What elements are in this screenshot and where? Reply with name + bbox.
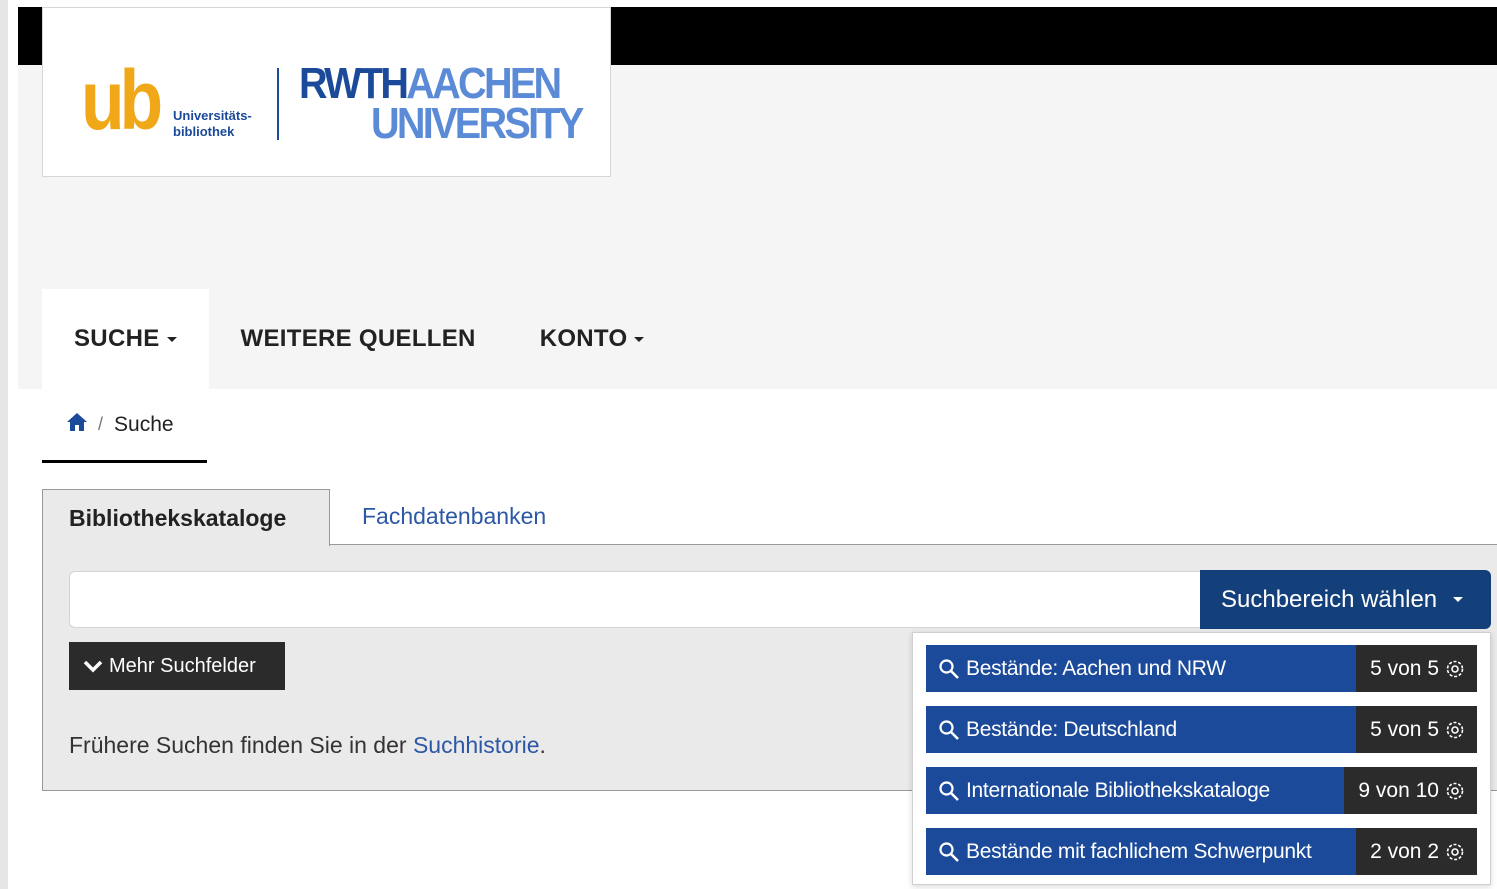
nav-item-konto[interactable]: KONTO xyxy=(508,289,677,389)
caret-down-icon xyxy=(166,336,177,342)
logo-separator xyxy=(277,68,279,140)
scope-menu-item-label: Bestände: Deutschland xyxy=(966,717,1177,741)
gear-icon xyxy=(1446,782,1464,799)
main-nav: SUCHE WEITERE QUELLEN KONTO xyxy=(42,289,676,389)
scope-count-text: 5 von 5 xyxy=(1370,717,1439,741)
search-input[interactable] xyxy=(69,571,1201,628)
more-search-fields-button[interactable]: Mehr Suchfelder xyxy=(69,642,285,690)
search-scope-button[interactable]: Suchbereich wählen xyxy=(1200,570,1491,629)
scope-menu-item-main[interactable]: Internationale Bibliothekskataloge xyxy=(926,767,1345,814)
scope-count-text: 9 von 10 xyxy=(1358,778,1439,802)
breadcrumb-current: Suche xyxy=(114,412,174,436)
search-icon xyxy=(939,780,959,801)
breadcrumb-separator: / xyxy=(98,414,104,434)
search-icon xyxy=(939,658,959,679)
breadcrumb: / Suche xyxy=(42,389,207,463)
search-history-link[interactable]: Suchhistorie xyxy=(413,732,540,758)
nav-item-suche[interactable]: SUCHE xyxy=(42,289,209,389)
gear-icon xyxy=(1446,843,1464,860)
logo-box[interactable]: ub Universitäts- bibliothek RWTHAACHEN U… xyxy=(42,7,611,177)
left-edge xyxy=(0,0,8,889)
ub-logo-line1: Universitäts- xyxy=(173,108,252,123)
search-icon xyxy=(939,841,959,862)
scope-menu-item-label: Internationale Bibliothekskataloge xyxy=(966,778,1270,802)
ub-logo-line2: bibliothek xyxy=(173,124,235,139)
chevron-down-icon xyxy=(83,660,103,673)
scope-menu-item-label: Bestände mit fachlichem Schwerpunkt xyxy=(966,839,1312,863)
scope-menu-item[interactable]: Bestände: Deutschland 5 von 5 xyxy=(926,706,1477,753)
scope-menu-item-count[interactable]: 5 von 5 xyxy=(1356,706,1477,753)
scope-menu-item-count[interactable]: 9 von 10 xyxy=(1344,767,1477,814)
tab-bibliothekskataloge[interactable]: Bibliothekskataloge xyxy=(42,489,330,546)
scope-menu-item-main[interactable]: Bestände: Aachen und NRW xyxy=(926,645,1357,692)
search-history-hint: Frühere Suchen finden Sie in der Suchhis… xyxy=(69,732,546,759)
scope-menu-item[interactable]: Internationale Bibliothekskataloge 9 von… xyxy=(926,767,1477,814)
caret-down-icon xyxy=(1453,597,1464,602)
ub-logo-letters: ub xyxy=(81,53,163,147)
caret-down-icon xyxy=(634,336,645,342)
nav-item-label: KONTO xyxy=(539,325,628,352)
scope-menu-item-count[interactable]: 5 von 5 xyxy=(1356,645,1477,692)
scope-menu-item-main[interactable]: Bestände mit fachlichem Schwerpunkt xyxy=(926,828,1357,875)
gear-icon xyxy=(1446,660,1464,677)
scope-menu-item-main[interactable]: Bestände: Deutschland xyxy=(926,706,1357,753)
more-search-fields-label: Mehr Suchfelder xyxy=(109,654,256,677)
tab-fachdatenbanken[interactable]: Fachdatenbanken xyxy=(362,503,546,530)
nav-item-label: SUCHE xyxy=(74,325,160,352)
search-scope-label: Suchbereich wählen xyxy=(1221,585,1438,613)
rwth-logo-line1: RWTHAACHEN xyxy=(299,62,562,106)
scope-menu-item[interactable]: Bestände: Aachen und NRW 5 von 5 xyxy=(926,645,1477,692)
search-icon xyxy=(939,719,959,740)
scope-menu-item[interactable]: Bestände mit fachlichem Schwerpunkt 2 vo… xyxy=(926,828,1477,875)
search-scope-menu: Bestände: Aachen und NRW 5 von 5 Beständ… xyxy=(912,632,1491,885)
scope-count-text: 2 von 2 xyxy=(1370,839,1439,863)
history-suffix: . xyxy=(539,732,546,758)
scope-menu-item-label: Bestände: Aachen und NRW xyxy=(966,656,1226,680)
nav-item-weitere-quellen[interactable]: WEITERE QUELLEN xyxy=(209,289,508,389)
history-prefix: Frühere Suchen finden Sie in der xyxy=(69,732,413,758)
ub-logo-text: Universitäts- bibliothek xyxy=(173,108,252,140)
gear-icon xyxy=(1446,721,1464,738)
rwth-logo-line2: UNIVERSITY xyxy=(371,99,584,148)
scope-menu-item-count[interactable]: 2 von 2 xyxy=(1356,828,1477,875)
scope-count-text: 5 von 5 xyxy=(1370,656,1439,680)
home-icon[interactable] xyxy=(66,412,88,438)
nav-item-label: WEITERE QUELLEN xyxy=(240,325,476,352)
